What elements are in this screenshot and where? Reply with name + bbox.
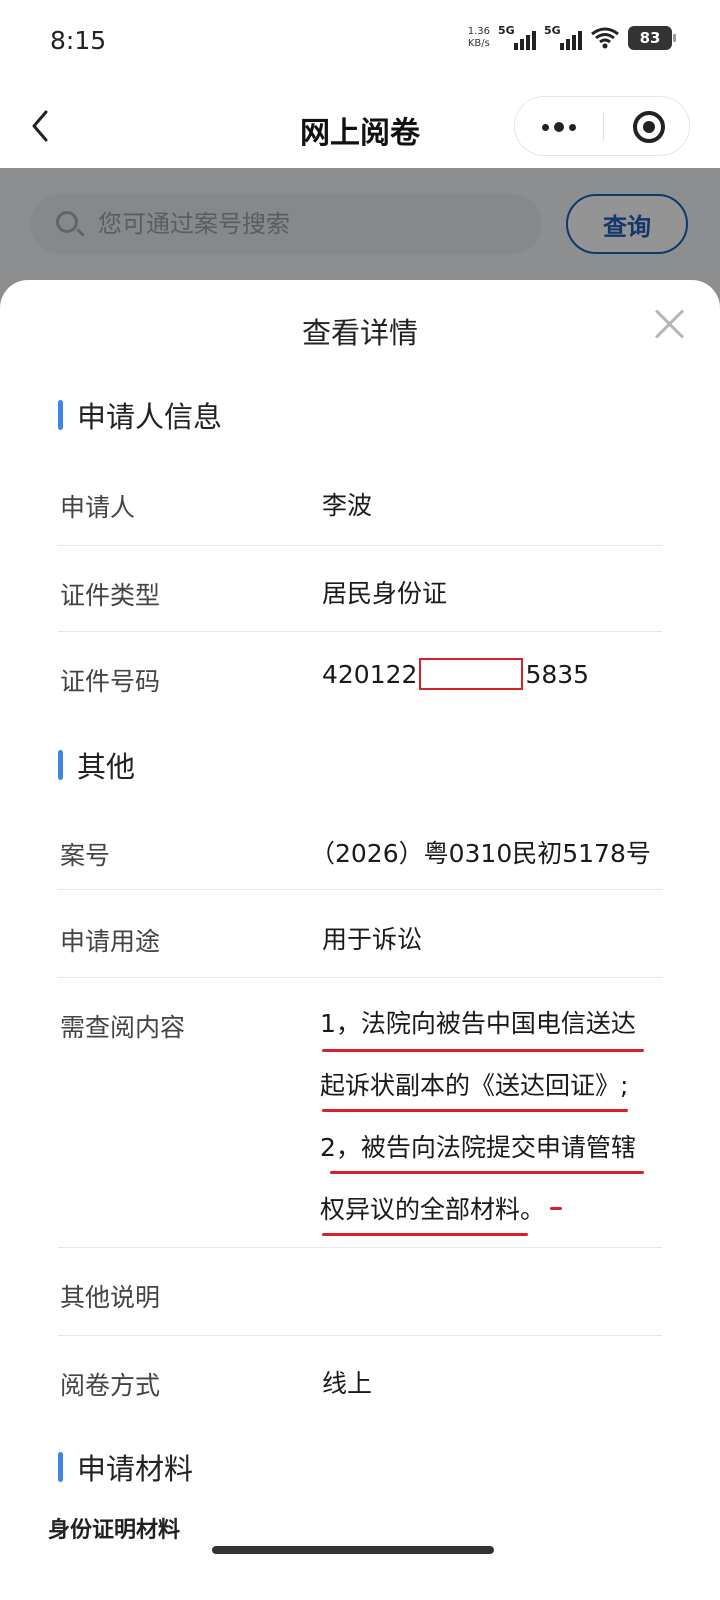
row-label: 申请人 xyxy=(60,493,136,522)
capsule-divider xyxy=(603,113,604,141)
row-value: （2026）粤0310民初5178号 xyxy=(310,839,651,868)
row-other-notes: 其他说明 xyxy=(58,1248,662,1336)
status-bar: 8:15 1.36 KB/s 5G 5G 83 xyxy=(0,0,720,88)
close-icon[interactable] xyxy=(648,302,692,346)
row-label: 案号 xyxy=(60,841,111,870)
row-id-number: 证件号码 420122 5835 xyxy=(58,632,662,718)
row-review-method: 阅卷方式 线上 xyxy=(58,1336,662,1424)
row-value: 李波 xyxy=(322,491,373,520)
home-indicator[interactable] xyxy=(212,1546,494,1554)
detail-sheet: 查看详情 申请人信息 申请人 李波 证件类型 居民身份证 证件号码 420122… xyxy=(0,280,720,1600)
more-menu-button[interactable] xyxy=(515,97,603,157)
id-number-value: 420122 5835 xyxy=(322,658,590,690)
status-icons: 1.36 KB/s 5G 5G 83 xyxy=(467,24,676,52)
red-underline xyxy=(322,1109,628,1112)
section-materials: 申请材料 xyxy=(58,1446,193,1488)
wifi-icon xyxy=(590,25,620,51)
network-speed: 1.36 KB/s xyxy=(467,26,490,49)
row-label: 证件号码 xyxy=(60,667,161,696)
row-label: 其他说明 xyxy=(60,1283,161,1312)
section-accent-bar xyxy=(58,1452,63,1482)
signal-icon: 5G xyxy=(498,24,536,52)
signal-icon-2: 5G xyxy=(544,24,582,52)
red-underline xyxy=(322,1049,644,1052)
section-accent-bar xyxy=(58,750,63,780)
close-miniprogram-icon[interactable] xyxy=(633,111,665,143)
status-time: 8:15 xyxy=(50,26,107,55)
row-case-number: 案号 （2026）粤0310民初5178号 xyxy=(58,804,662,890)
row-id-type: 证件类型 居民身份证 xyxy=(58,546,662,632)
miniprogram-capsule xyxy=(514,96,690,156)
row-value: 用于诉讼 xyxy=(322,925,423,954)
section-accent-bar xyxy=(58,400,63,430)
nav-bar: 网上阅卷 xyxy=(0,88,720,168)
battery-icon: 83 xyxy=(628,26,676,50)
row-label: 申请用途 xyxy=(60,927,161,956)
sheet-title: 查看详情 xyxy=(301,316,418,350)
red-underline xyxy=(330,1171,644,1174)
section-other: 其他 xyxy=(58,744,135,786)
row-value: 居民身份证 xyxy=(322,579,448,608)
content-line-2: 起诉状副本的《送达回证》; xyxy=(320,1071,629,1100)
content-line-4: 权异议的全部材料。 xyxy=(320,1195,546,1224)
red-underline xyxy=(322,1233,528,1236)
section-applicant-info: 申请人信息 xyxy=(58,394,222,436)
row-label: 证件类型 xyxy=(60,581,161,610)
row-label: 阅卷方式 xyxy=(60,1371,161,1400)
redaction-box xyxy=(419,658,524,690)
content-line-1: 1，法院向被告中国电信送达 xyxy=(320,1009,636,1038)
row-applicant: 申请人 李波 xyxy=(58,458,662,546)
row-purpose: 申请用途 用于诉讼 xyxy=(58,890,662,978)
row-label: 需查阅内容 xyxy=(60,1013,186,1042)
content-line-3: 2，被告向法院提交申请管辖 xyxy=(320,1133,636,1162)
row-value: 线上 xyxy=(322,1369,373,1398)
materials-subheading: 身份证明材料 xyxy=(48,1518,181,1543)
red-underline-mark xyxy=(550,1207,562,1210)
